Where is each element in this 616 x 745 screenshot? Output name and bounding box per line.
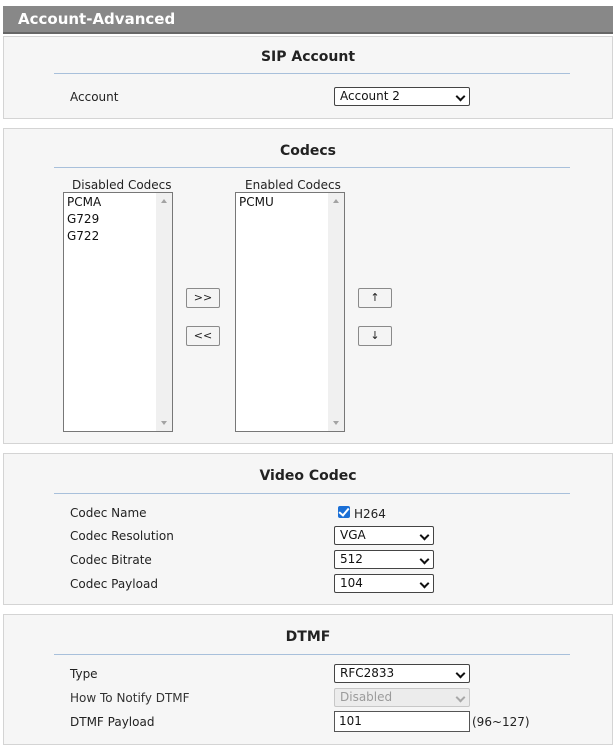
scroll-down-icon[interactable]	[161, 421, 167, 425]
move-up-button[interactable]: ↑	[358, 288, 392, 308]
page-title: Account-Advanced	[18, 10, 176, 28]
codec-resolution-value: VGA	[340, 528, 366, 542]
video-codec-panel: Video Codec Codec Name H264 Codec Resolu…	[3, 453, 613, 605]
dtmf-divider	[54, 654, 570, 655]
account-select[interactable]: Account 2	[334, 87, 470, 106]
enabled-codecs-scrollbar[interactable]	[328, 193, 344, 431]
codec-resolution-label: Codec Resolution	[70, 529, 174, 543]
notify-dtmf-value: Disabled	[340, 690, 393, 704]
dtmf-payload-input[interactable]: 101	[334, 711, 470, 732]
codec-bitrate-label: Codec Bitrate	[70, 553, 152, 567]
sip-account-panel: SIP Account Account Account 2	[3, 36, 613, 119]
enabled-codecs-label: Enabled Codecs	[245, 178, 341, 192]
chevron-down-icon	[419, 554, 430, 565]
codec-payload-value: 104	[340, 576, 363, 590]
notify-dtmf-select: Disabled	[334, 688, 470, 707]
move-down-button[interactable]: ↓	[358, 326, 392, 346]
codec-bitrate-select[interactable]: 512	[334, 550, 434, 569]
codec-payload-select[interactable]: 104	[334, 574, 434, 593]
codec-resolution-select[interactable]: VGA	[334, 526, 434, 545]
dtmf-title: DTMF	[285, 629, 331, 645]
h264-checkbox[interactable]	[338, 506, 350, 518]
list-item[interactable]: G722	[67, 229, 99, 243]
video-codec-divider	[54, 493, 570, 494]
disabled-codecs-list[interactable]: PCMA G729 G722	[63, 192, 173, 432]
chevron-down-icon	[455, 91, 466, 102]
video-codec-title: Video Codec	[259, 468, 357, 484]
codec-bitrate-value: 512	[340, 552, 363, 566]
sip-account-divider	[54, 73, 570, 74]
dtmf-payload-range: (96~127)	[472, 715, 530, 729]
dtmf-panel: DTMF Type RFC2833 How To Notify DTMF Dis…	[3, 614, 613, 745]
chevron-down-icon	[455, 668, 466, 679]
disabled-codecs-label: Disabled Codecs	[72, 178, 172, 192]
chevron-down-icon	[419, 578, 430, 589]
account-select-value: Account 2	[340, 89, 400, 103]
chevron-down-icon	[419, 530, 430, 541]
notify-dtmf-label: How To Notify DTMF	[70, 691, 190, 705]
codecs-title: Codecs	[279, 143, 337, 159]
list-item[interactable]: PCMU	[239, 195, 274, 209]
enable-codec-button[interactable]: >>	[186, 288, 220, 308]
account-label: Account	[70, 90, 119, 104]
chevron-down-icon	[455, 692, 466, 703]
h264-label: H264	[354, 507, 386, 521]
scroll-up-icon[interactable]	[333, 199, 339, 203]
codec-name-label: Codec Name	[70, 506, 147, 520]
disabled-codecs-scrollbar[interactable]	[156, 193, 172, 431]
codec-payload-label: Codec Payload	[70, 577, 158, 591]
dtmf-payload-label: DTMF Payload	[70, 715, 155, 729]
sip-account-title: SIP Account	[260, 49, 356, 65]
page-header: Account-Advanced	[3, 6, 613, 34]
scroll-up-icon[interactable]	[161, 199, 167, 203]
dtmf-type-value: RFC2833	[340, 666, 395, 680]
scroll-down-icon[interactable]	[333, 421, 339, 425]
list-item[interactable]: PCMA	[67, 195, 101, 209]
disable-codec-button[interactable]: <<	[186, 326, 220, 346]
enabled-codecs-list[interactable]: PCMU	[235, 192, 345, 432]
codecs-panel: Codecs Disabled Codecs Enabled Codecs PC…	[3, 128, 613, 444]
dtmf-type-label: Type	[70, 667, 98, 681]
dtmf-type-select[interactable]: RFC2833	[334, 664, 470, 683]
codecs-divider	[54, 167, 570, 168]
list-item[interactable]: G729	[67, 212, 99, 226]
